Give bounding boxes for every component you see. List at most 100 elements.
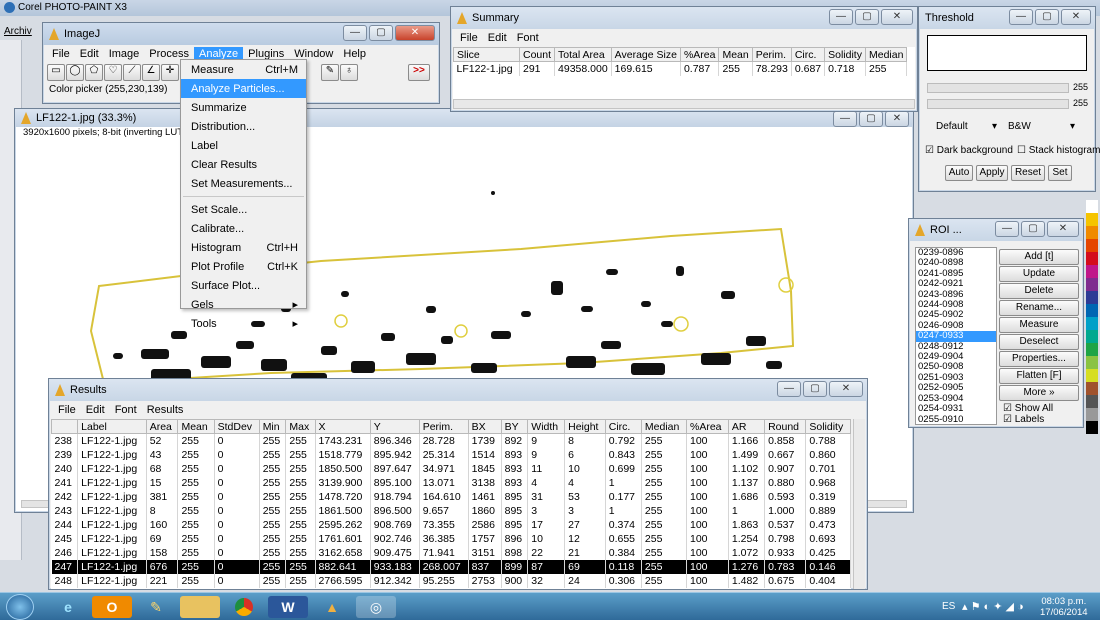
results-row[interactable]: 242 LF122-1.jpg 381 255 0 255 255 1478.720 918.7… <box>51 489 851 504</box>
results-row[interactable]: 239 LF122-1.jpg 43 255 0 255 255 1518.779 895.94… <box>51 447 851 462</box>
polygon-tool-icon[interactable]: ⬠ <box>85 64 103 81</box>
dropper-tool-icon[interactable]: ✎ <box>321 64 339 81</box>
rename-button[interactable]: Rename... <box>999 300 1079 316</box>
menu-font[interactable]: Font <box>512 31 544 45</box>
language-indicator[interactable]: ES <box>942 601 955 612</box>
results-header[interactable]: BX <box>467 419 502 434</box>
rectangle-tool-icon[interactable]: ▭ <box>47 64 65 81</box>
angle-tool-icon[interactable]: ∠ <box>142 64 160 81</box>
close-button[interactable]: ✕ <box>395 25 435 41</box>
roi-titlebar[interactable]: ROI ... — ▢ ✕ <box>909 219 1083 241</box>
reset-button[interactable]: Reset <box>1011 165 1045 181</box>
results-header[interactable] <box>51 419 79 434</box>
minimize-button[interactable]: — <box>1009 9 1033 25</box>
auto-button[interactable]: Auto <box>945 165 973 181</box>
add-roi-button[interactable]: Add [t] <box>999 249 1079 265</box>
roi-list-item[interactable]: 0255-0910 <box>916 414 996 424</box>
results-header[interactable]: StdDev <box>213 419 260 434</box>
analyze-menu-item[interactable]: Calibrate... <box>181 219 306 238</box>
results-row[interactable]: 245 LF122-1.jpg 69 255 0 255 255 1761.601 902.74… <box>51 531 851 546</box>
close-button[interactable]: ✕ <box>829 381 863 397</box>
labels-checkbox[interactable]: ☑ Labels <box>1003 414 1079 425</box>
deselect-button[interactable]: Deselect <box>999 334 1079 350</box>
results-row[interactable]: 244 LF122-1.jpg 160 255 0 255 255 2595.262 908.7… <box>51 517 851 532</box>
roi-list[interactable]: 0239-0896 0240-0898 0241-0895 0242-0921 0243… <box>915 247 997 425</box>
menu-edit[interactable]: Edit <box>483 31 512 45</box>
close-button[interactable]: ✕ <box>881 9 913 25</box>
results-header[interactable]: Y <box>369 419 420 434</box>
results-header[interactable]: Label <box>77 419 147 434</box>
summary-scrollbar[interactable] <box>453 99 915 109</box>
summary-header[interactable]: Total Area <box>554 47 612 62</box>
corel-menu-archiv[interactable]: Archiv <box>4 26 32 37</box>
threshold-titlebar[interactable]: Threshold — ▢ ✕ <box>919 7 1095 29</box>
imagej-taskbar-icon[interactable]: ▲ <box>312 596 352 618</box>
summary-header[interactable]: Median <box>864 47 908 62</box>
results-scrollbar[interactable] <box>853 419 865 589</box>
minimize-button[interactable]: — <box>833 111 857 127</box>
summary-header[interactable]: Count <box>518 47 556 62</box>
close-button[interactable]: ✕ <box>885 111 909 127</box>
analyze-menu-item[interactable]: Histogram Ctrl+H <box>181 238 306 257</box>
more-button[interactable]: More » <box>999 385 1079 401</box>
close-button[interactable]: ✕ <box>1061 9 1091 25</box>
analyze-menu-item[interactable]: Analyze Particles... <box>181 79 306 98</box>
tray-icons[interactable]: ▴ ⚑ ◐ ✦ ◢ ◑ <box>962 600 1024 613</box>
brush-tool-icon[interactable]: ♁ <box>340 64 358 81</box>
analyze-menu-item[interactable]: Surface Plot... <box>181 276 306 295</box>
menu-results[interactable]: Results <box>142 403 189 417</box>
image-canvas[interactable] <box>21 141 907 411</box>
properties-button[interactable]: Properties... <box>999 351 1079 367</box>
results-header[interactable]: X <box>314 419 371 434</box>
results-header[interactable]: Circ. <box>604 419 642 434</box>
minimize-button[interactable]: — <box>343 25 367 41</box>
summary-header[interactable]: Perim. <box>751 47 792 62</box>
summary-header[interactable]: %Area <box>679 47 720 62</box>
minimize-button[interactable]: — <box>829 9 853 25</box>
color-palette[interactable] <box>1086 200 1098 434</box>
results-titlebar[interactable]: Results — ▢ ✕ <box>49 379 867 401</box>
threshold-slider-min[interactable] <box>927 83 1069 93</box>
maximize-button[interactable]: ▢ <box>855 9 879 25</box>
summary-header[interactable]: Slice <box>453 47 520 62</box>
maximize-button[interactable]: ▢ <box>369 25 393 41</box>
summary-row[interactable]: LF122-1.jpg 291 49358.000 169.615 0.787 … <box>453 61 908 76</box>
line-tool-icon[interactable]: ⟋ <box>123 64 141 81</box>
results-header[interactable]: Width <box>527 419 566 434</box>
results-header[interactable]: Solidity <box>805 419 851 434</box>
measure-button[interactable]: Measure <box>999 317 1079 333</box>
menu-file[interactable]: File <box>455 31 483 45</box>
summary-header[interactable]: Average Size <box>610 47 681 62</box>
freehand-tool-icon[interactable]: ♡ <box>104 64 122 81</box>
analyze-menu-item[interactable]: Set Scale... <box>181 200 306 219</box>
results-row[interactable]: 248 LF122-1.jpg 221 255 0 255 255 2766.595 912.3… <box>51 573 851 588</box>
analyze-menu-item[interactable]: Tools ▸ <box>181 314 306 333</box>
results-header[interactable]: BY <box>500 419 529 434</box>
analyze-menu-item[interactable]: Gels ▸ <box>181 295 306 314</box>
results-row[interactable]: 240 LF122-1.jpg 68 255 0 255 255 1850.500 897.64… <box>51 461 851 476</box>
threshold-slider-max[interactable] <box>927 99 1069 109</box>
folder-icon[interactable] <box>180 596 220 618</box>
more-tools-button[interactable]: >> <box>408 64 430 81</box>
minimize-button[interactable]: — <box>995 221 1019 237</box>
results-row[interactable]: 247 LF122-1.jpg 676 255 0 255 255 882.641 933.18… <box>51 559 851 574</box>
menu-file[interactable]: File <box>47 47 75 61</box>
analyze-menu-item[interactable]: Distribution... <box>181 117 306 136</box>
summary-header[interactable]: Solidity <box>824 47 866 62</box>
imagej-titlebar[interactable]: ImageJ — ▢ ✕ <box>43 23 439 45</box>
menu-file[interactable]: File <box>53 403 81 417</box>
delete-button[interactable]: Delete <box>999 283 1079 299</box>
summary-header[interactable]: Mean <box>718 47 753 62</box>
oval-tool-icon[interactable]: ◯ <box>66 64 84 81</box>
chrome-icon[interactable] <box>224 596 264 618</box>
maximize-button[interactable]: ▢ <box>859 111 883 127</box>
analyze-menu-item[interactable]: Measure Ctrl+M <box>181 60 306 79</box>
analyze-menu-item[interactable]: Set Measurements... <box>181 174 306 193</box>
results-row[interactable]: 246 LF122-1.jpg 158 255 0 255 255 3162.658 909.4… <box>51 545 851 560</box>
menu-image[interactable]: Image <box>104 47 145 61</box>
flatten-button[interactable]: Flatten [F] <box>999 368 1079 384</box>
set-button[interactable]: Set <box>1048 165 1072 181</box>
clock[interactable]: 08:03 p.m. 17/06/2014 <box>1040 596 1088 618</box>
results-header[interactable]: Area <box>145 419 179 434</box>
analyze-menu-item[interactable]: Plot Profile Ctrl+K <box>181 257 306 276</box>
